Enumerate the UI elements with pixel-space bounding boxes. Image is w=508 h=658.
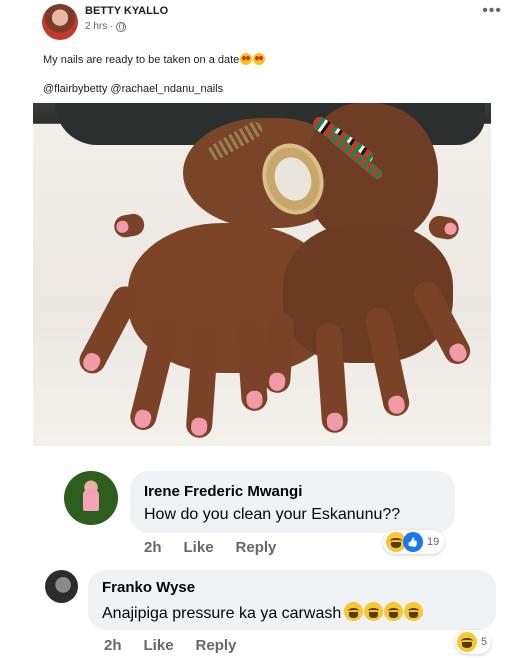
photo-nail — [190, 417, 208, 437]
reaction-summary[interactable]: 19 — [383, 530, 445, 554]
laugh-emoji-icon — [384, 602, 404, 621]
post-caption: My nails are ready to be taken on a date — [43, 53, 266, 66]
reaction-count: 5 — [481, 636, 488, 648]
laugh-emoji-icon — [404, 602, 424, 621]
photo-nail — [132, 408, 153, 430]
photo-thumb — [112, 212, 146, 240]
photo-finger — [263, 312, 295, 394]
inline-emoji-group — [344, 602, 424, 621]
commenter-avatar[interactable] — [64, 471, 118, 525]
photo-nail — [446, 341, 470, 365]
post-meta: 2 hrs · — [85, 21, 127, 32]
photo-thumb — [427, 214, 461, 242]
post-photo[interactable] — [33, 103, 491, 446]
post-caption-text: My nails are ready to be taken on a date — [43, 54, 240, 66]
photo-nail — [268, 372, 286, 392]
post-author-name[interactable]: BETTY KYALLO — [85, 5, 168, 17]
reply-button[interactable]: Reply — [236, 539, 277, 556]
laugh-emoji-icon — [457, 632, 477, 652]
laugh-emoji-icon — [364, 602, 384, 621]
commenter-avatar[interactable] — [45, 570, 78, 603]
heart-eyes-emoji-icon — [240, 53, 253, 65]
comment-text: Anajipiga pressure ka ya carwash — [102, 602, 424, 623]
post-header: BETTY KYALLO 2 hrs · ••• — [42, 2, 502, 40]
reaction-summary[interactable]: 5 — [455, 630, 492, 654]
photo-nail — [115, 219, 130, 234]
commenter-name[interactable]: Irene Frederic Mwangi — [144, 483, 302, 500]
globe-icon — [116, 21, 127, 32]
post-tags[interactable]: @flairbybetty @rachael_ndanu_nails — [43, 83, 223, 95]
photo-nail — [443, 221, 458, 236]
comment-time[interactable]: 2h — [144, 539, 162, 556]
comment-text-content: Anajipiga pressure ka ya carwash — [102, 605, 342, 622]
comment-actions: 2h Like Reply — [144, 539, 276, 556]
like-button[interactable]: Like — [144, 637, 174, 654]
comment-time[interactable]: 2h — [104, 637, 122, 654]
commenter-name[interactable]: Franko Wyse — [102, 579, 195, 596]
laugh-emoji-icon — [344, 602, 364, 621]
author-avatar[interactable] — [42, 4, 78, 40]
photo-nail — [80, 350, 103, 374]
like-button[interactable]: Like — [184, 539, 214, 556]
photo-nail — [326, 412, 344, 432]
photo-nail — [386, 394, 407, 416]
heart-eyes-emoji-icon — [253, 53, 266, 65]
post-time[interactable]: 2 hrs · — [85, 21, 113, 32]
more-options-button[interactable]: ••• — [482, 2, 502, 20]
reaction-count: 19 — [427, 536, 440, 548]
photo-nail — [245, 390, 264, 410]
reply-button[interactable]: Reply — [196, 637, 237, 654]
comment-actions: 2h Like Reply — [104, 637, 236, 654]
like-emoji-icon — [403, 532, 423, 552]
comment-text: How do you clean your Eskanunu?? — [144, 506, 401, 523]
photo-finger — [74, 281, 143, 378]
avatar-figure — [83, 489, 99, 511]
